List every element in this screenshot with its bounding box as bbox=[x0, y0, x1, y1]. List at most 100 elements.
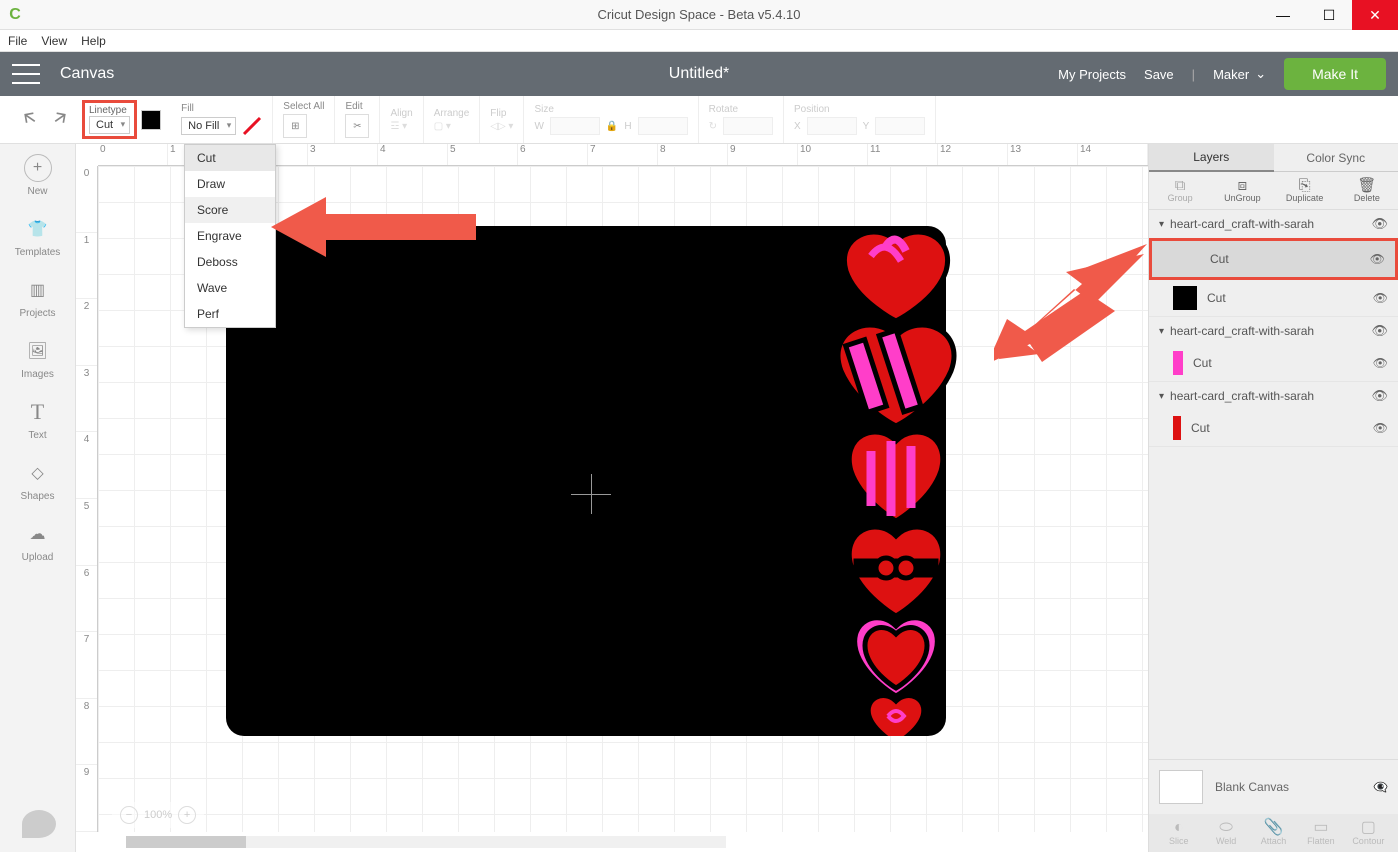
left-sidebar: +New 👕Templates ▥Projects 🖼Images TText … bbox=[0, 144, 76, 852]
dropdown-item-draw[interactable]: Draw bbox=[185, 171, 275, 197]
duplicate-icon: ⎘ bbox=[1299, 178, 1311, 193]
visibility-icon[interactable]: 👁 bbox=[1373, 421, 1388, 435]
linetype-dropdown[interactable]: Cut bbox=[89, 116, 130, 134]
layer-item-selected[interactable]: Cut 👁 bbox=[1149, 238, 1398, 280]
undo-icon[interactable] bbox=[20, 108, 40, 131]
sidebar-item-text[interactable]: TText bbox=[24, 398, 52, 441]
layer-group-1[interactable]: ▾ heart-card_craft-with-sarah 👁 bbox=[1149, 210, 1398, 238]
rotate-input bbox=[723, 117, 773, 135]
layer-item[interactable]: Cut 👁 bbox=[1149, 410, 1398, 447]
action-group: ⧉Group bbox=[1149, 172, 1211, 209]
trash-icon: 🗑 bbox=[1357, 178, 1376, 193]
layer-thumb-black bbox=[1173, 286, 1197, 310]
minimize-button[interactable]: — bbox=[1260, 0, 1306, 30]
menu-view[interactable]: View bbox=[41, 34, 67, 48]
collapse-icon[interactable]: ▾ bbox=[1159, 391, 1164, 402]
arrange-icon: ▢ ▾ bbox=[434, 121, 451, 132]
options-bar: Linetype Cut Fill No Fill Select All ⊞ E… bbox=[0, 96, 1398, 144]
ungroup-icon: ⧈ bbox=[1238, 178, 1248, 193]
shapes-icon: ◇ bbox=[23, 459, 51, 487]
action-ungroup[interactable]: ⧈UnGroup bbox=[1211, 172, 1273, 209]
text-icon: T bbox=[24, 398, 52, 426]
flip-label: Flip bbox=[490, 108, 506, 119]
layer-group-3[interactable]: ▾ heart-card_craft-with-sarah 👁 bbox=[1149, 382, 1398, 410]
x-input bbox=[807, 117, 857, 135]
menubar: File View Help bbox=[0, 30, 1398, 52]
tab-layers[interactable]: Layers bbox=[1149, 144, 1274, 172]
layer-item[interactable]: Cut 👁 bbox=[1149, 345, 1398, 382]
tool-attach: 📎Attach bbox=[1250, 820, 1297, 846]
sidebar-item-new[interactable]: +New bbox=[24, 154, 52, 197]
visibility-icon[interactable]: 👁 bbox=[1371, 388, 1388, 404]
linetype-color-swatch[interactable] bbox=[141, 110, 161, 130]
select-all-icon[interactable]: ⊞ bbox=[283, 114, 307, 138]
dropdown-item-engrave[interactable]: Engrave bbox=[185, 223, 275, 249]
height-input bbox=[638, 117, 688, 135]
blank-canvas-row[interactable]: Blank Canvas 👁‍🗨 bbox=[1149, 760, 1398, 814]
visibility-icon[interactable]: 👁 bbox=[1371, 216, 1388, 232]
chat-bubble-icon[interactable] bbox=[22, 810, 56, 838]
zoom-out-icon[interactable]: − bbox=[120, 806, 138, 824]
sidebar-item-projects[interactable]: ▥Projects bbox=[19, 276, 55, 319]
linetype-highlight: Linetype Cut bbox=[82, 100, 137, 139]
sidebar-item-images[interactable]: 🖼Images bbox=[21, 337, 54, 380]
machine-selector[interactable]: Maker⌄ bbox=[1213, 66, 1266, 82]
slice-icon: ◐ bbox=[1174, 820, 1184, 836]
visibility-off-icon[interactable]: 👁‍🗨 bbox=[1373, 780, 1388, 794]
save-link[interactable]: Save bbox=[1144, 67, 1174, 82]
annotation-arrow-left bbox=[271, 192, 481, 282]
action-duplicate[interactable]: ⎘Duplicate bbox=[1274, 172, 1336, 209]
layer-thumb-pink bbox=[1173, 351, 1183, 375]
horizontal-scrollbar[interactable] bbox=[126, 836, 726, 848]
dropdown-item-wave[interactable]: Wave bbox=[185, 275, 275, 301]
dropdown-item-perf[interactable]: Perf bbox=[185, 301, 275, 327]
action-delete[interactable]: 🗑Delete bbox=[1336, 172, 1398, 209]
visibility-icon[interactable]: 👁 bbox=[1370, 252, 1385, 266]
tab-colorsync[interactable]: Color Sync bbox=[1274, 144, 1398, 172]
sidebar-item-shapes[interactable]: ◇Shapes bbox=[21, 459, 55, 502]
tool-slice: ◐Slice bbox=[1155, 820, 1202, 846]
dropdown-item-cut[interactable]: Cut bbox=[185, 145, 275, 171]
maximize-button[interactable]: ☐ bbox=[1306, 0, 1352, 30]
menu-file[interactable]: File bbox=[8, 34, 27, 48]
y-input bbox=[875, 117, 925, 135]
layer-item[interactable]: Cut 👁 bbox=[1149, 280, 1398, 317]
zoom-control[interactable]: − 100% + bbox=[112, 802, 204, 828]
selectall-label: Select All bbox=[283, 101, 324, 112]
annotation-arrow-right bbox=[994, 244, 1148, 364]
sidebar-item-upload[interactable]: ☁Upload bbox=[22, 520, 54, 563]
zoom-in-icon[interactable]: + bbox=[178, 806, 196, 824]
redo-icon[interactable] bbox=[50, 108, 70, 131]
fill-dropdown[interactable]: No Fill bbox=[181, 117, 236, 135]
upload-icon: ☁ bbox=[23, 520, 51, 548]
layer-thumb-red bbox=[1173, 416, 1181, 440]
layers-list: ▾ heart-card_craft-with-sarah 👁 Cut 👁 Cu… bbox=[1149, 210, 1398, 759]
hearts-artwork bbox=[826, 226, 966, 736]
make-it-button[interactable]: Make It bbox=[1284, 58, 1386, 90]
close-button[interactable]: ✕ bbox=[1352, 0, 1398, 30]
dropdown-item-deboss[interactable]: Deboss bbox=[185, 249, 275, 275]
dropdown-item-score[interactable]: Score bbox=[185, 197, 275, 223]
width-input bbox=[550, 117, 600, 135]
edit-cut-icon[interactable]: ✂ bbox=[345, 114, 369, 138]
plus-icon: + bbox=[24, 154, 52, 182]
collapse-icon[interactable]: ▾ bbox=[1159, 326, 1164, 337]
tool-contour: ▢Contour bbox=[1345, 820, 1392, 846]
canvas-area[interactable]: 01234567891011121314 0123456789 bbox=[76, 144, 1148, 852]
menu-help[interactable]: Help bbox=[81, 34, 106, 48]
sidebar-item-templates[interactable]: 👕Templates bbox=[15, 215, 61, 258]
hamburger-menu-icon[interactable] bbox=[12, 64, 40, 84]
divider: | bbox=[1192, 67, 1195, 82]
layer-thumb-empty bbox=[1176, 247, 1200, 271]
visibility-icon[interactable]: 👁 bbox=[1373, 291, 1388, 305]
layer-group-2[interactable]: ▾ heart-card_craft-with-sarah 👁 bbox=[1149, 317, 1398, 345]
rotate-label: Rotate bbox=[709, 104, 738, 115]
visibility-icon[interactable]: 👁 bbox=[1373, 356, 1388, 370]
tool-weld: ⬭Weld bbox=[1202, 820, 1249, 846]
my-projects-link[interactable]: My Projects bbox=[1058, 67, 1126, 82]
appbar: Canvas Untitled* My Projects Save | Make… bbox=[0, 52, 1398, 96]
visibility-icon[interactable]: 👁 bbox=[1371, 323, 1388, 339]
position-label: Position bbox=[794, 104, 830, 115]
crosshair-icon bbox=[571, 474, 611, 514]
collapse-icon[interactable]: ▾ bbox=[1159, 219, 1164, 230]
